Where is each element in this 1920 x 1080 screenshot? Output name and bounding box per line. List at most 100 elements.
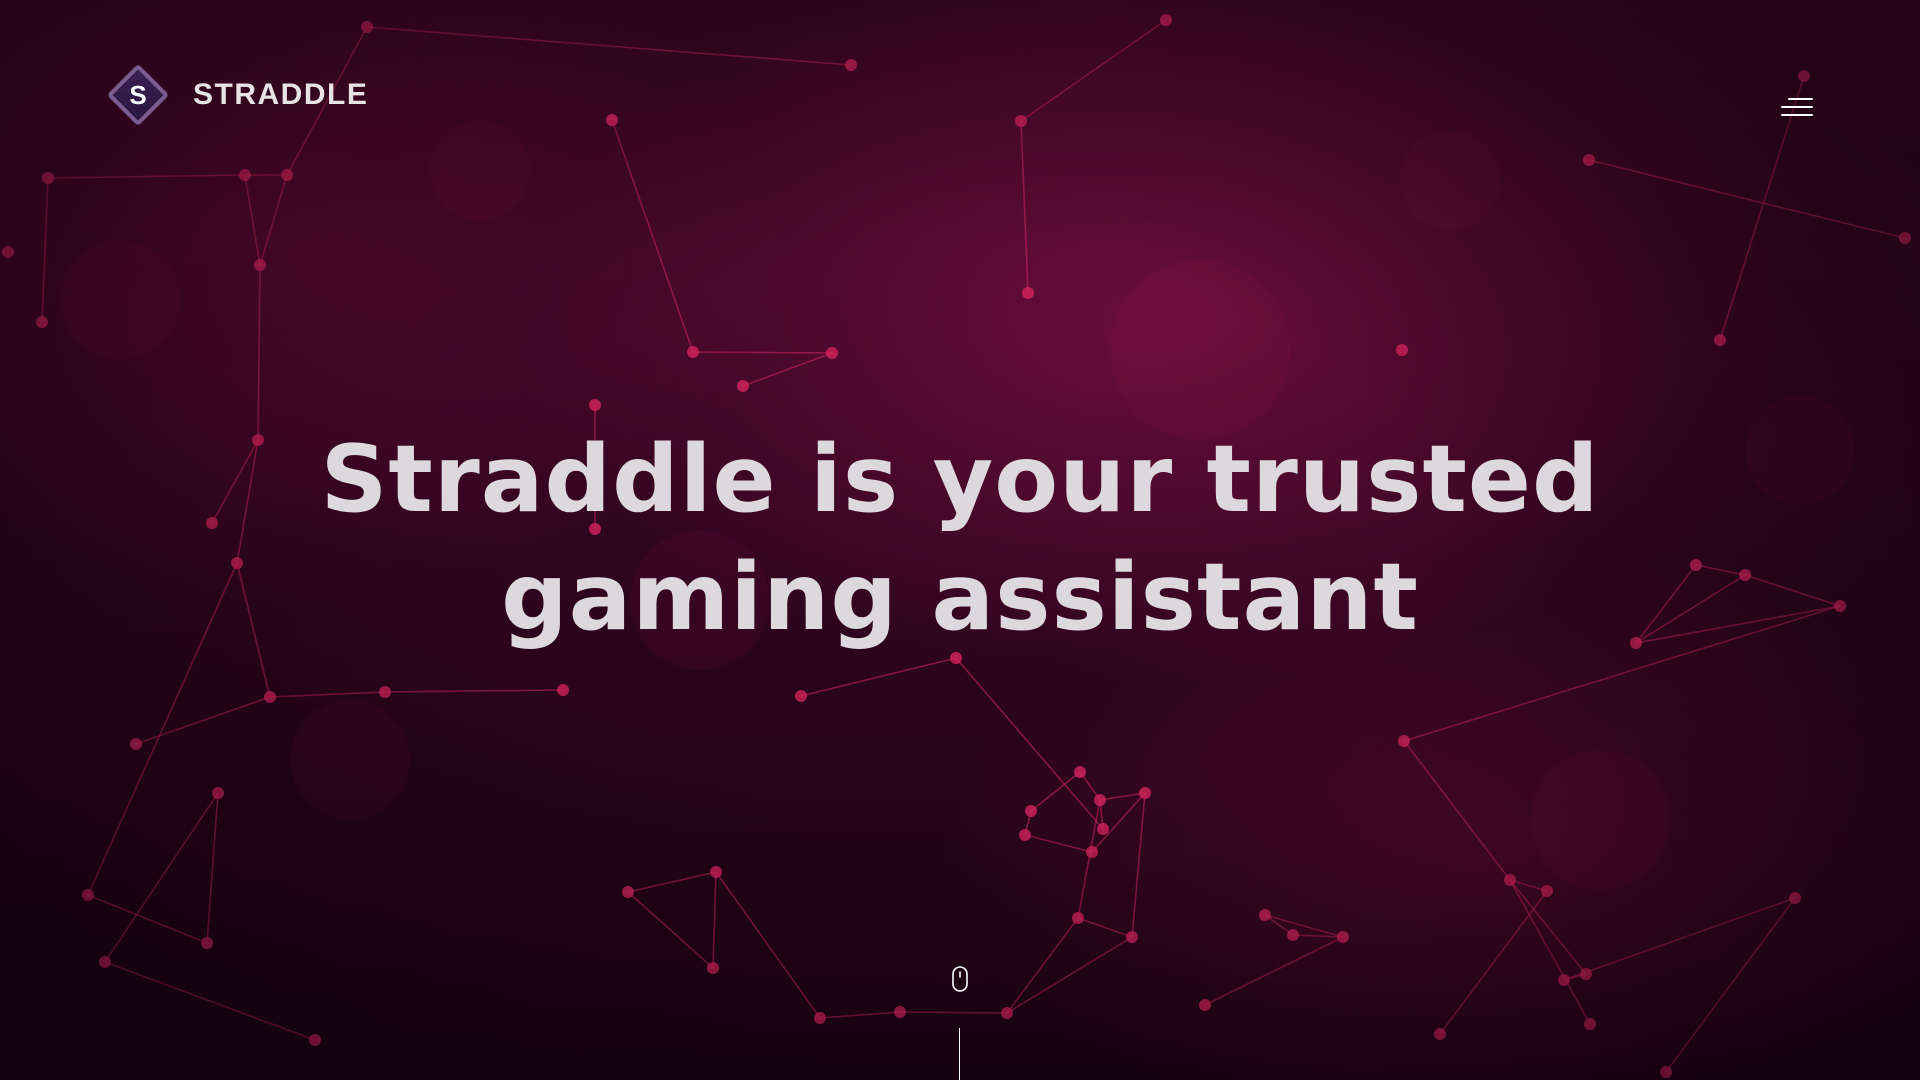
network-node bbox=[1086, 846, 1098, 858]
glow-blob bbox=[290, 700, 410, 820]
network-edge bbox=[627, 891, 714, 969]
logo-letter: S bbox=[129, 79, 147, 110]
logo-link[interactable]: S STRADDLE bbox=[105, 60, 368, 130]
network-node bbox=[795, 690, 807, 702]
network-edge bbox=[1006, 936, 1133, 1014]
network-node bbox=[826, 347, 838, 359]
network-edge bbox=[819, 1011, 901, 1019]
network-edge bbox=[1006, 917, 1079, 1014]
network-edge bbox=[742, 352, 833, 387]
network-node bbox=[1789, 892, 1801, 904]
network-node bbox=[1580, 968, 1592, 980]
network-node bbox=[1558, 974, 1570, 986]
network-edge bbox=[269, 691, 386, 698]
network-node bbox=[1025, 805, 1037, 817]
network-node bbox=[557, 684, 569, 696]
network-node bbox=[1199, 999, 1211, 1011]
network-edge bbox=[1403, 740, 1511, 881]
mouse-icon bbox=[952, 966, 968, 992]
network-node bbox=[82, 889, 94, 901]
brand-name: STRADDLE bbox=[193, 78, 369, 111]
hero-headline-line-1: Straddle is your trusted bbox=[320, 425, 1600, 533]
network-edge bbox=[257, 264, 261, 441]
network-node bbox=[1504, 874, 1516, 886]
menu-line bbox=[1781, 106, 1813, 108]
network-node bbox=[201, 937, 213, 949]
network-edge bbox=[1099, 792, 1146, 801]
network-edge bbox=[1030, 771, 1081, 812]
network-node bbox=[99, 956, 111, 968]
hero-headline: Straddle is your trusted gaming assistan… bbox=[0, 420, 1920, 656]
network-edge bbox=[1264, 914, 1344, 938]
network-edge bbox=[627, 871, 717, 893]
network-node bbox=[622, 886, 634, 898]
network-edge bbox=[1439, 890, 1548, 1035]
network-node bbox=[1899, 232, 1911, 244]
network-edge bbox=[715, 871, 821, 1019]
network-edge bbox=[1131, 792, 1146, 938]
network-node bbox=[1001, 1007, 1013, 1019]
network-node bbox=[1584, 1018, 1596, 1030]
network-edge bbox=[1509, 879, 1591, 1025]
network-node bbox=[707, 962, 719, 974]
network-node bbox=[589, 399, 601, 411]
network-node bbox=[1097, 823, 1109, 835]
network-node bbox=[1074, 766, 1086, 778]
network-node bbox=[1337, 931, 1349, 943]
network-edge bbox=[692, 351, 833, 354]
scroll-down-indicator[interactable] bbox=[948, 966, 972, 1080]
glow-blob bbox=[1110, 260, 1290, 440]
network-edge bbox=[104, 961, 316, 1041]
network-edge bbox=[1204, 936, 1344, 1006]
network-node bbox=[1396, 344, 1408, 356]
logo-mark: S bbox=[105, 62, 171, 128]
menu-line bbox=[1781, 114, 1813, 116]
network-node bbox=[737, 380, 749, 392]
network-node bbox=[254, 259, 266, 271]
scroll-line bbox=[959, 1028, 960, 1080]
network-node bbox=[1714, 334, 1726, 346]
network-node bbox=[814, 1012, 826, 1024]
network-node bbox=[687, 346, 699, 358]
network-node bbox=[1072, 912, 1084, 924]
network-node bbox=[1541, 885, 1553, 897]
network-node bbox=[1398, 735, 1410, 747]
network-node bbox=[2, 246, 14, 258]
menu-line bbox=[1788, 98, 1813, 100]
network-node bbox=[130, 738, 142, 750]
glow-blob bbox=[60, 240, 180, 360]
network-edge bbox=[384, 689, 564, 693]
hero-section: Straddle is your trusted gaming assistan… bbox=[0, 420, 1920, 656]
network-edge bbox=[1077, 917, 1133, 938]
network-node bbox=[309, 1034, 321, 1046]
network-node bbox=[1019, 829, 1031, 841]
network-node bbox=[1139, 787, 1151, 799]
hero-headline-line-2: gaming assistant bbox=[501, 543, 1419, 651]
network-node bbox=[1287, 929, 1299, 941]
network-node bbox=[1259, 909, 1271, 921]
network-node bbox=[212, 787, 224, 799]
network-edge bbox=[135, 696, 271, 745]
hamburger-menu-icon[interactable] bbox=[1772, 92, 1822, 126]
network-edge bbox=[800, 657, 957, 697]
network-node bbox=[1126, 931, 1138, 943]
network-node bbox=[1022, 287, 1034, 299]
network-node bbox=[710, 866, 722, 878]
network-edge bbox=[87, 894, 208, 944]
network-edge bbox=[712, 871, 717, 969]
network-edge bbox=[1563, 897, 1796, 981]
network-node bbox=[1660, 1066, 1672, 1078]
network-edge bbox=[206, 792, 219, 944]
network-edge bbox=[1024, 834, 1093, 853]
network-node bbox=[264, 691, 276, 703]
network-edge bbox=[1077, 799, 1101, 919]
network-edge bbox=[955, 657, 1104, 830]
network-edge bbox=[1665, 897, 1796, 1073]
network-node bbox=[1434, 1028, 1446, 1040]
glow-blob bbox=[1530, 750, 1670, 890]
network-node bbox=[1094, 794, 1106, 806]
site-header: S STRADDLE bbox=[0, 0, 1920, 190]
network-node bbox=[379, 686, 391, 698]
network-node bbox=[894, 1006, 906, 1018]
network-edge bbox=[41, 177, 49, 323]
